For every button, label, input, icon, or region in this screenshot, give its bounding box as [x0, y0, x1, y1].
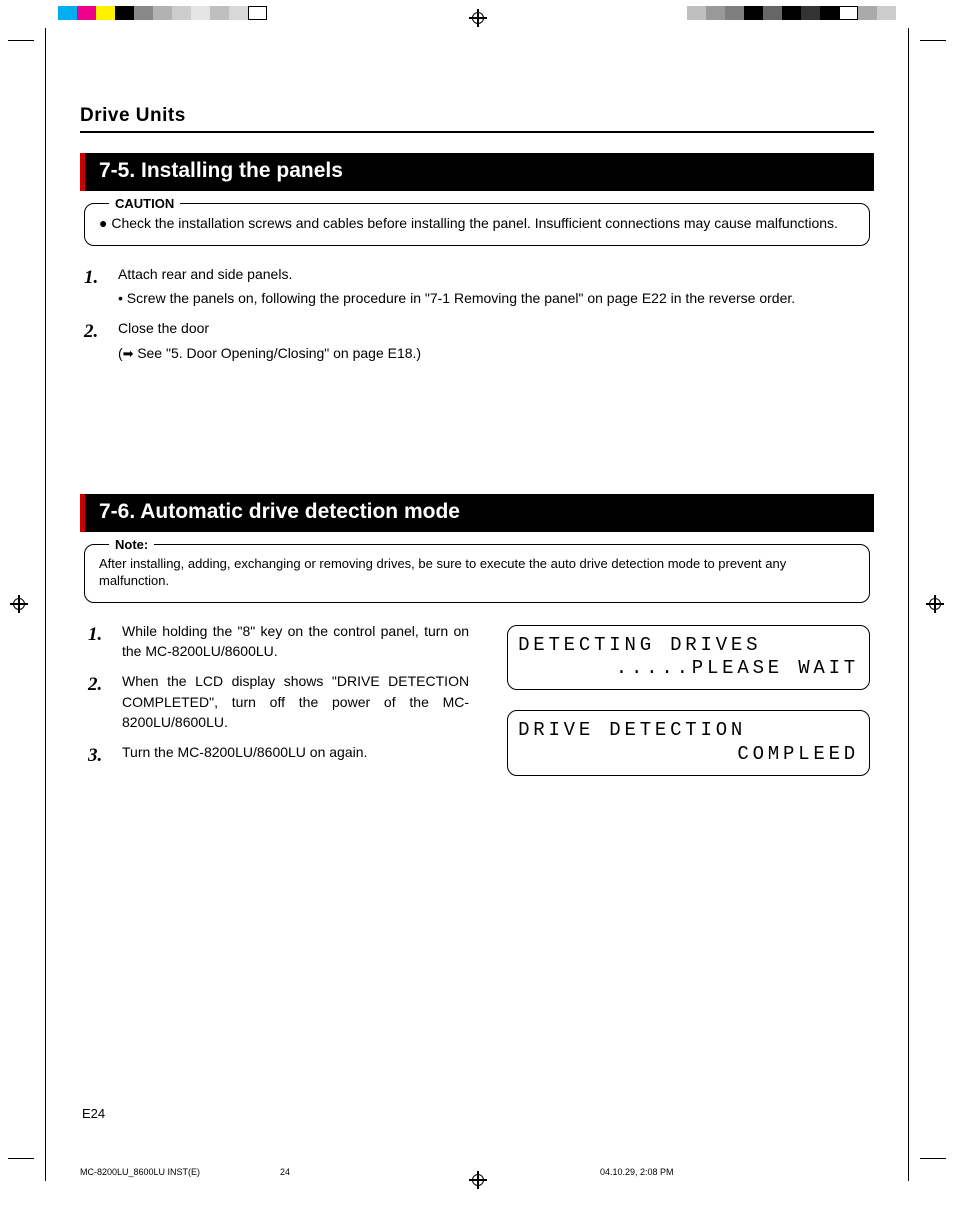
step-text: When the LCD display shows "DRIVE DETECT…	[122, 671, 469, 732]
lcd-screen-1: DETECTING DRIVES .....PLEASE WAIT	[507, 625, 870, 691]
note-box: Note: After installing, adding, exchangi…	[84, 544, 870, 603]
note-label: Note:	[109, 536, 154, 554]
step-number: 2.	[88, 671, 110, 732]
registration-mark-top	[469, 9, 487, 27]
caution-box: CAUTION ● Check the installation screws …	[84, 203, 870, 246]
lcd-line: .....PLEASE WAIT	[518, 657, 859, 681]
color-bar-left	[58, 6, 267, 20]
section-title-7-6: 7-6. Automatic drive detection mode	[80, 494, 874, 532]
slug-file: MC-8200LU_8600LU INST(E)	[80, 1167, 280, 1177]
step-3: 3. Turn the MC-8200LU/8600LU on again.	[88, 742, 469, 770]
step-1: 1. Attach rear and side panels. Screw th…	[84, 264, 870, 309]
section-7-6-body: 1. While holding the "8" key on the cont…	[84, 621, 870, 780]
slugline: MC-8200LU_8600LU INST(E) 24 04.10.29, 2:…	[80, 1167, 874, 1177]
section-title-7-5: 7-5. Installing the panels	[80, 153, 874, 191]
step-2: 2. Close the door (See "5. Door Opening/…	[84, 318, 870, 363]
step-text: Turn the MC-8200LU/8600LU on again.	[122, 742, 469, 770]
lcd-displays: DETECTING DRIVES .....PLEASE WAIT DRIVE …	[507, 621, 870, 780]
step-text: Close the door	[118, 318, 870, 338]
step-text: While holding the "8" key on the control…	[122, 621, 469, 662]
lcd-line: DETECTING DRIVES	[518, 634, 761, 656]
step-number: 3.	[88, 742, 110, 770]
step-number: 1.	[84, 264, 106, 309]
page-content: Drive Units 7-5. Installing the panels C…	[80, 105, 874, 1149]
lcd-line: COMPLEED	[518, 743, 859, 767]
step-number: 2.	[84, 318, 106, 363]
step-number: 1.	[88, 621, 110, 662]
slug-time: 04.10.29, 2:08 PM	[600, 1167, 874, 1177]
arrow-icon	[123, 345, 138, 361]
steps-7-5: 1. Attach rear and side panels. Screw th…	[84, 264, 870, 364]
registration-mark-right	[926, 595, 944, 613]
step-ref: See "5. Door Opening/Closing" on page E1…	[137, 345, 421, 361]
lcd-screen-2: DRIVE DETECTION COMPLEED	[507, 710, 870, 776]
slug-page: 24	[280, 1167, 600, 1177]
registration-mark-left	[10, 595, 28, 613]
page-header: Drive Units	[80, 105, 874, 133]
note-text: After installing, adding, exchanging or …	[99, 555, 855, 590]
lcd-line: DRIVE DETECTION	[518, 719, 746, 741]
steps-7-6: 1. While holding the "8" key on the cont…	[88, 621, 469, 780]
step-sub: Screw the panels on, following the proce…	[118, 288, 870, 308]
step-2: 2. When the LCD display shows "DRIVE DET…	[88, 671, 469, 732]
step-1: 1. While holding the "8" key on the cont…	[88, 621, 469, 662]
page-number: E24	[82, 1106, 105, 1121]
caution-text: ● Check the installation screws and cabl…	[99, 214, 855, 233]
color-bar-right	[687, 6, 896, 20]
step-text: Attach rear and side panels.	[118, 264, 870, 284]
caution-label: CAUTION	[109, 195, 180, 213]
